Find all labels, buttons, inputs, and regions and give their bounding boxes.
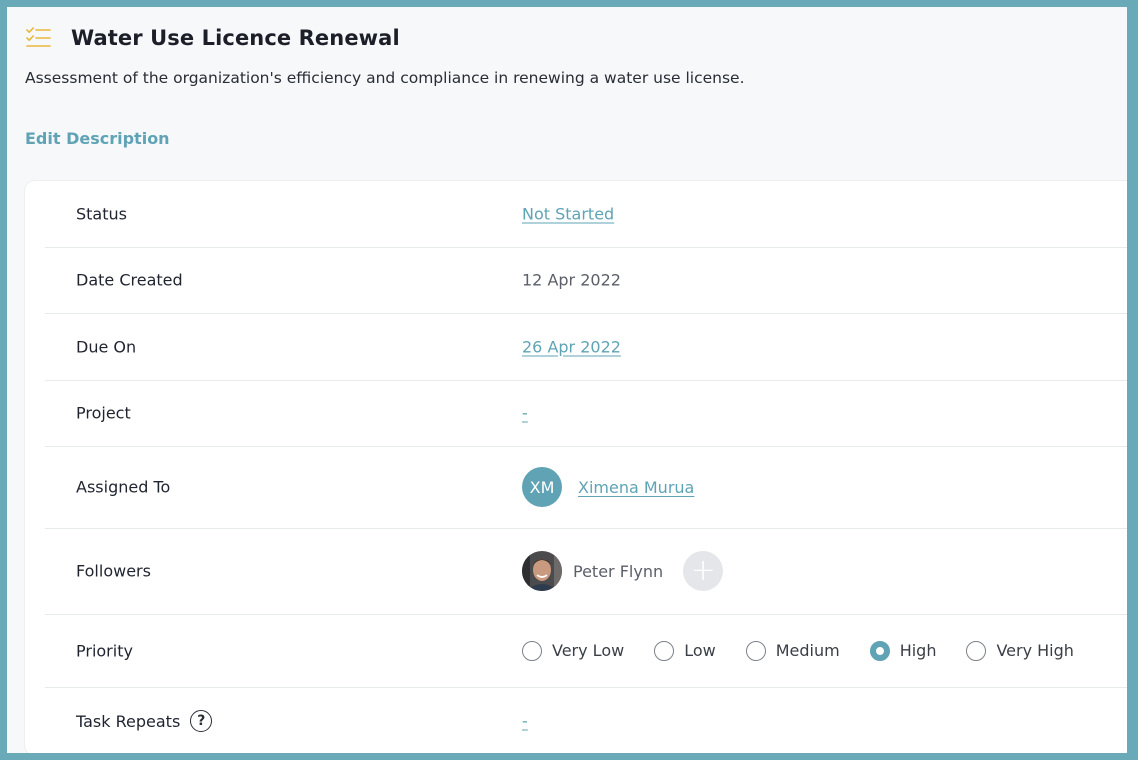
status-row: Status Not Started	[45, 181, 1127, 248]
follower-name: Peter Flynn	[573, 561, 664, 581]
priority-option-low[interactable]: Low	[654, 640, 716, 661]
priority-option-label: Very Low	[552, 641, 625, 660]
assignee-avatar: XM	[522, 467, 562, 507]
status-label: Status	[76, 204, 127, 224]
task-description: Assessment of the organization's efficie…	[25, 69, 745, 87]
radio-button[interactable]	[745, 640, 766, 661]
date-created-row: Date Created 12 Apr 2022	[45, 247, 1127, 314]
add-follower-button[interactable]: +	[683, 551, 724, 591]
date-created-label: Date Created	[76, 270, 183, 290]
project-link[interactable]: -	[522, 404, 528, 423]
status-link[interactable]: Not Started	[522, 205, 614, 224]
checklist-icon	[26, 27, 51, 47]
user-photo-icon	[522, 551, 562, 591]
radio-button-selected[interactable]	[869, 640, 890, 661]
priority-option-high[interactable]: High	[869, 640, 937, 661]
radio-button[interactable]	[522, 640, 542, 661]
assignee-name-link[interactable]: Ximena Murua	[578, 478, 694, 497]
project-label: Project	[76, 403, 131, 423]
question-circle-icon[interactable]: ?	[190, 710, 213, 732]
assigned-to-row: Assigned To XM Ximena Murua	[45, 446, 1127, 529]
priority-label: Priority	[76, 641, 133, 660]
due-date-link[interactable]: 26 Apr 2022	[522, 337, 621, 356]
task-repeats-label: Task Repeats	[76, 711, 181, 731]
task-header: Water Use Licence Renewal	[25, 25, 400, 51]
priority-option-label: High	[899, 641, 937, 660]
date-created-value: 12 Apr 2022	[522, 270, 621, 290]
radio-button[interactable]	[966, 640, 987, 661]
task-repeats-link[interactable]: -	[522, 712, 528, 731]
task-details-card: Status Not Started Date Created 12 Apr 2…	[25, 181, 1127, 753]
task-repeats-label-group: Task Repeats ?	[76, 710, 213, 732]
due-on-row: Due On 26 Apr 2022	[45, 313, 1127, 381]
project-row: Project -	[45, 380, 1127, 447]
page-title: Water Use Licence Renewal	[71, 26, 400, 50]
assigned-to-label: Assigned To	[76, 477, 171, 497]
followers-list: Peter Flynn +	[522, 551, 724, 591]
priority-option-label: Low	[684, 641, 716, 660]
priority-option-very-high[interactable]: Very High	[966, 640, 1074, 661]
priority-option-medium[interactable]: Medium	[745, 640, 840, 661]
followers-label: Followers	[76, 561, 151, 581]
priority-radio-group: Very Low Low Medium High Very High	[522, 640, 1074, 661]
priority-row: Priority Very Low Low Medium High Very H…	[45, 614, 1127, 688]
due-on-label: Due On	[76, 337, 137, 356]
edit-description-link[interactable]: Edit Description	[25, 129, 170, 148]
plus-icon: +	[690, 553, 716, 588]
priority-option-label: Very High	[996, 641, 1074, 660]
avatar	[522, 551, 562, 591]
priority-option-label: Medium	[775, 641, 840, 660]
followers-row: Followers Peter Flynn +	[45, 528, 1127, 615]
task-panel: Water Use Licence Renewal Assessment of …	[7, 7, 1127, 753]
radio-button[interactable]	[654, 640, 675, 661]
task-repeats-row: Task Repeats ? -	[45, 687, 1127, 753]
assignee: XM Ximena Murua	[522, 467, 694, 507]
priority-option-very-low[interactable]: Very Low	[522, 640, 625, 661]
